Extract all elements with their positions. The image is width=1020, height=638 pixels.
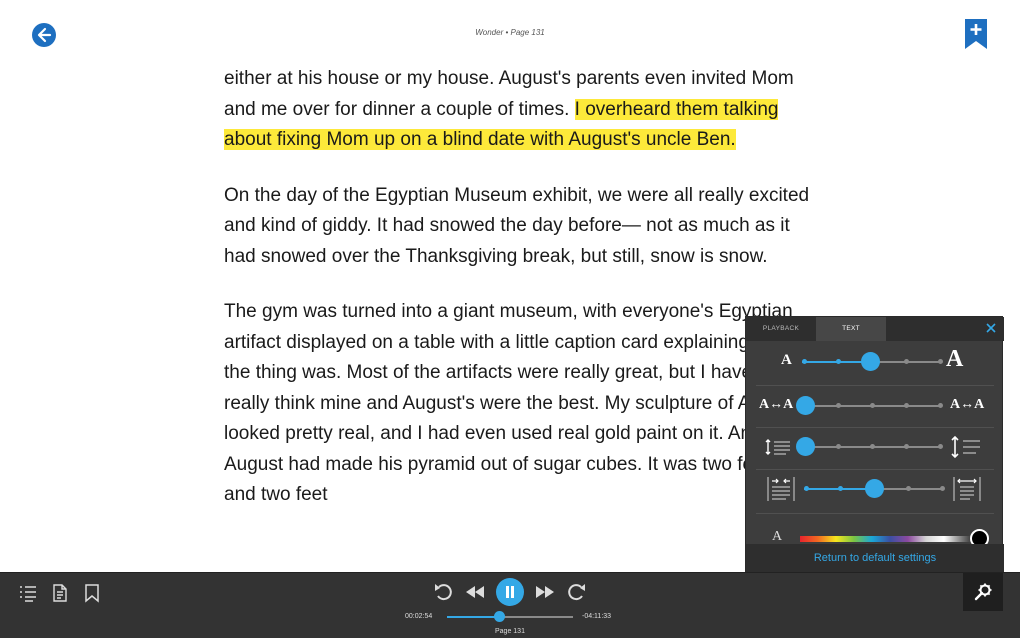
margins-tick: [940, 486, 945, 491]
progress-knob[interactable]: [494, 611, 505, 622]
paragraph: On the day of the Egyptian Museum exhibi…: [224, 184, 810, 267]
text-color-spectrum[interactable]: [800, 536, 980, 542]
line-spacing-tick: [938, 444, 943, 449]
divider: [756, 469, 994, 470]
bookmark-add-icon: [965, 19, 987, 49]
line-spacing-loose-icon: [951, 435, 980, 459]
paragraph: The gym was turned into a giant museum, …: [224, 301, 819, 505]
font-size-slider-row: A A: [746, 344, 1004, 380]
tab-text[interactable]: TEXT: [816, 317, 886, 341]
add-bookmark-button[interactable]: [964, 18, 988, 50]
line-spacing-tick: [904, 444, 909, 449]
paragraph: either at his house or my house. August'…: [224, 64, 824, 156]
settings-tabs: PLAYBACK TEXT: [746, 317, 1004, 341]
progress-fill: [447, 616, 499, 618]
font-size-small-glyph: A: [781, 352, 792, 368]
text-settings-panel: PLAYBACK TEXT A A A↔A A↔A A Return to de…: [745, 316, 1004, 573]
book-title: Wonder • Page 131: [475, 28, 545, 37]
fast-forward-icon[interactable]: [564, 581, 588, 603]
divider: [756, 427, 994, 428]
previous-icon[interactable]: [463, 581, 487, 603]
letter-spacing-tick: [938, 403, 943, 408]
settings-button[interactable]: [963, 573, 1003, 611]
margins-tick: [804, 486, 809, 491]
elapsed-time: 00:02:54: [405, 613, 433, 620]
divider: [756, 513, 994, 514]
letter-spacing-tick: [870, 403, 875, 408]
text-color-glyph: A: [772, 529, 783, 544]
margins-tick: [906, 486, 911, 491]
letter-spacing-wide-glyph: A↔A: [950, 397, 985, 412]
pause-icon: [506, 586, 514, 598]
notes-icon[interactable]: [50, 583, 70, 603]
margins-wide-icon: [953, 477, 981, 501]
remaining-time: -04:11:33: [582, 613, 612, 620]
bookmarks-icon[interactable]: [82, 583, 102, 603]
tab-playback[interactable]: PLAYBACK: [746, 317, 816, 341]
line-spacing-tick: [836, 444, 841, 449]
page-indicator: Page 131: [495, 628, 525, 635]
font-size-tick: [836, 359, 841, 364]
margins-slider-row: [746, 471, 1004, 507]
letter-spacing-narrow-glyph: A↔A: [759, 397, 794, 412]
font-size-large-glyph: A: [946, 346, 964, 372]
table-of-contents-icon[interactable]: [18, 583, 38, 603]
line-spacing-slider-row: [746, 429, 1004, 465]
rewind-icon[interactable]: [432, 581, 456, 603]
letter-spacing-tick: [904, 403, 909, 408]
letter-spacing-slider-knob[interactable]: [796, 396, 815, 415]
margins-slider-knob[interactable]: [865, 479, 884, 498]
margins-tick: [838, 486, 843, 491]
line-spacing-tight-icon: [765, 439, 790, 455]
letter-spacing-tick: [836, 403, 841, 408]
line-spacing-tick: [870, 444, 875, 449]
reset-bar: Return to default settings: [746, 544, 1004, 573]
pause-button[interactable]: [496, 578, 524, 606]
font-size-tick: [802, 359, 807, 364]
letter-spacing-slider-row: A↔A A↔A: [746, 388, 1004, 424]
return-to-default-link[interactable]: Return to default settings: [746, 552, 1004, 564]
gear-icon: [974, 583, 992, 601]
font-size-tick: [938, 359, 943, 364]
font-size-tick: [904, 359, 909, 364]
close-icon[interactable]: [984, 321, 998, 335]
font-size-slider-knob[interactable]: [861, 352, 880, 371]
next-icon[interactable]: [533, 581, 557, 603]
line-spacing-slider-knob[interactable]: [796, 437, 815, 456]
reading-pane: either at his house or my house. August'…: [224, 64, 824, 536]
player-bar: 00:02:54 -04:11:33 Page 131: [0, 572, 1020, 638]
divider: [756, 385, 994, 386]
margins-narrow-icon: [767, 477, 795, 501]
